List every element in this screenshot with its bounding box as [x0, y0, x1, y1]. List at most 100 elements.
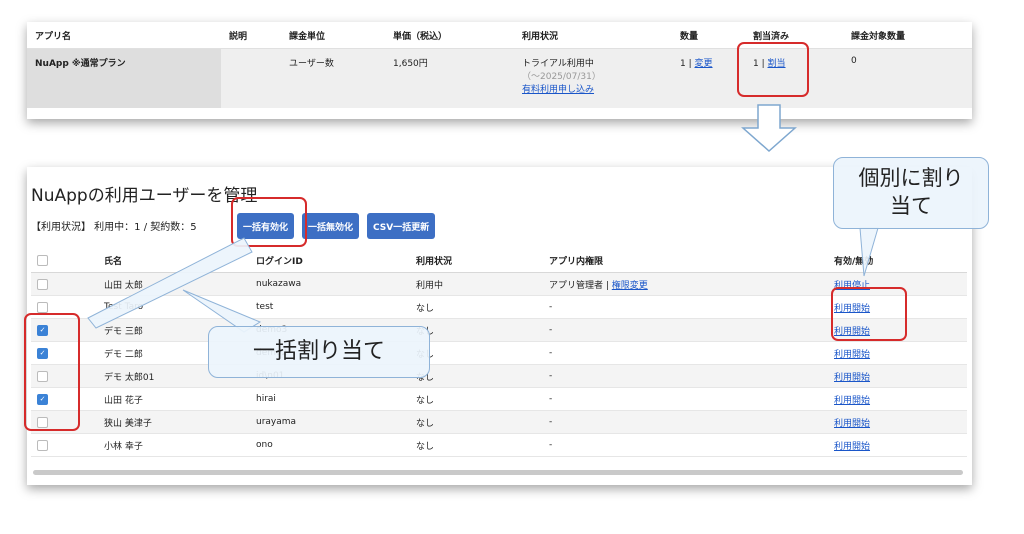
user-action-link[interactable]: 利用開始	[834, 396, 870, 406]
user-login-id: ono	[250, 433, 410, 457]
user-permission: -	[549, 348, 553, 358]
quantity-value: 1 |	[680, 59, 692, 69]
user-row: 山田 太郎 nukazawa 利用中 アプリ管理者 | 権限変更 利用停止	[31, 272, 967, 296]
user-name: 山田 太郎	[98, 272, 250, 296]
user-login-id: hirai	[250, 387, 410, 411]
header-enable-disable: 有効/無効	[828, 249, 967, 273]
user-status: なし	[410, 433, 543, 457]
permission-change-link[interactable]: 権限変更	[612, 281, 648, 291]
user-action-cell: 利用開始	[828, 341, 967, 365]
user-permission-cell: -	[543, 410, 828, 434]
header-description: 説明	[221, 22, 281, 49]
user-name: 小林 幸子	[98, 433, 250, 457]
user-status: 利用中	[410, 272, 543, 296]
usage-summary: 【利用状況】 利用中：1 / 契約数：5	[31, 222, 197, 233]
row-checkbox[interactable]	[37, 278, 48, 290]
checkbox-highlight	[24, 313, 80, 431]
user-action-link[interactable]: 利用開始	[834, 373, 870, 383]
header-billable-quantity: 課金対象数量	[843, 22, 972, 49]
csv-update-button[interactable]: CSV一括更新	[367, 213, 436, 239]
row-checkbox[interactable]	[37, 301, 48, 313]
user-row: ✓ 山田 花子 hirai なし - 利用開始	[31, 387, 967, 411]
individual-assign-text-2: 当て	[890, 194, 932, 218]
action-highlight	[831, 287, 907, 341]
user-permission-cell: -	[543, 341, 828, 365]
user-login-id: nukazawa	[250, 272, 410, 296]
user-action-link[interactable]: 利用開始	[834, 350, 870, 360]
bulk-assign-text: 一括割り当て	[252, 339, 385, 364]
header-status: 利用状況	[410, 249, 543, 273]
unit-price: 1,650円	[385, 48, 514, 108]
user-permission-cell: アプリ管理者 | 権限変更	[543, 272, 828, 296]
user-table: 氏名 ログインID 利用状況 アプリ内権限 有効/無効 山田 太郎 nukazaw…	[31, 249, 967, 457]
user-action-cell: 利用開始	[828, 364, 967, 388]
individual-assign-callout: 個別に割り 当て	[833, 157, 989, 229]
header-quantity: 数量	[672, 22, 745, 49]
app-description	[221, 48, 281, 108]
user-permission: -	[549, 302, 553, 312]
select-all-checkbox[interactable]	[37, 255, 48, 266]
app-billing-table: アプリ名 説明 課金単位 単価（税込） 利用状況 数量 割当済み 課金対象数量 …	[27, 22, 972, 108]
billable-quantity: 0	[843, 48, 972, 108]
assigned-highlight	[737, 42, 809, 97]
user-permission-cell: -	[543, 433, 828, 457]
header-unit-price: 単価（税込）	[385, 22, 514, 49]
row-select-cell	[31, 433, 98, 457]
user-table-header: 氏名 ログインID 利用状況 アプリ内権限 有効/無効	[31, 249, 967, 273]
user-row: 狭山 美津子 urayama なし - 利用開始	[31, 410, 967, 434]
user-row: デモ 太郎01id\n01なし- 利用開始	[31, 364, 967, 388]
user-action-link[interactable]: 利用開始	[834, 419, 870, 429]
user-permission-cell: -	[543, 364, 828, 388]
user-status: なし	[410, 387, 543, 411]
user-permission-cell: -	[543, 318, 828, 342]
billing-row: NuApp ※通常プラン ユーザー数 1,650円 トライアル利用中 （～202…	[27, 48, 972, 108]
bulk-disable-button[interactable]: 一括無効化	[302, 213, 360, 239]
user-name: Test Taro	[98, 295, 250, 319]
app-billing-panel: アプリ名 説明 課金単位 単価（税込） 利用状況 数量 割当済み 課金対象数量 …	[27, 22, 972, 119]
user-permission: アプリ管理者 |	[549, 280, 609, 291]
horizontal-scrollbar[interactable]	[33, 470, 963, 475]
user-action-cell: 利用開始	[828, 410, 967, 434]
user-permission-cell: -	[543, 295, 828, 319]
user-login-id: urayama	[250, 410, 410, 434]
user-permission: -	[549, 417, 553, 427]
page-title: NuAppの利用ユーザーを管理	[31, 186, 258, 206]
header-billing-unit: 課金単位	[281, 22, 385, 49]
user-login-id: test	[250, 295, 410, 319]
select-all-cell	[31, 249, 98, 273]
usage-status-cell: トライアル利用中 （～2025/07/31） 有料利用申し込み	[514, 48, 672, 108]
user-status: なし	[410, 295, 543, 319]
quantity-cell: 1 | 変更	[672, 48, 745, 108]
user-permission: -	[549, 371, 553, 381]
header-app-name: アプリ名	[27, 22, 221, 49]
user-action-link[interactable]: 利用開始	[834, 442, 870, 452]
user-name: 山田 花子	[98, 387, 250, 411]
user-row: ✓デモ 二郎demo2なし- 利用開始	[31, 341, 967, 365]
quantity-change-link[interactable]: 変更	[695, 59, 713, 69]
user-permission: -	[549, 325, 553, 335]
header-name: 氏名	[98, 249, 250, 273]
user-row: ✓デモ 三郎demo3なし- 利用開始	[31, 318, 967, 342]
user-name: 狭山 美津子	[98, 410, 250, 434]
user-action-cell: 利用開始	[828, 433, 967, 457]
header-permission: アプリ内権限	[543, 249, 828, 273]
user-row: 小林 幸子 ono なし - 利用開始	[31, 433, 967, 457]
user-status: なし	[410, 410, 543, 434]
paid-apply-link[interactable]: 有料利用申し込み	[522, 85, 594, 95]
row-select-cell	[31, 272, 98, 296]
header-login-id: ログインID	[250, 249, 410, 273]
billing-header-row: アプリ名 説明 課金単位 単価（税込） 利用状況 数量 割当済み 課金対象数量	[27, 22, 972, 49]
user-permission-cell: -	[543, 387, 828, 411]
row-checkbox[interactable]	[37, 439, 48, 451]
individual-assign-text-1: 個別に割り	[858, 166, 964, 190]
down-arrow-icon	[741, 104, 797, 152]
user-action-cell: 利用開始	[828, 387, 967, 411]
trial-period: （～2025/07/31）	[522, 72, 601, 82]
user-permission: -	[549, 440, 553, 450]
app-name: NuApp ※通常プラン	[27, 48, 221, 108]
bulk-enable-highlight	[231, 197, 307, 247]
usage-status: トライアル利用中	[522, 59, 594, 69]
bulk-assign-callout: 一括割り当て	[208, 326, 430, 378]
user-permission: -	[549, 394, 553, 404]
billing-unit: ユーザー数	[281, 48, 385, 108]
